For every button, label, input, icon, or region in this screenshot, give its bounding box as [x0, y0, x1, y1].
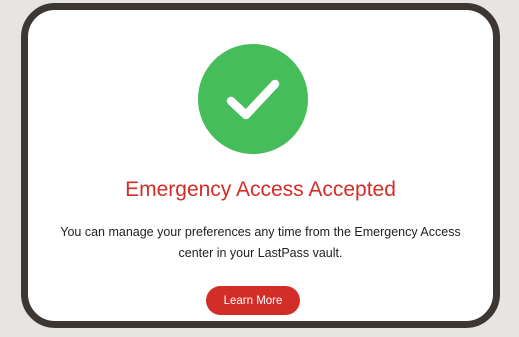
checkmark-icon: [226, 79, 280, 120]
confirmation-dialog: Emergency Access Accepted You can manage…: [21, 3, 500, 328]
learn-more-button[interactable]: Learn More: [206, 286, 300, 315]
dialog-message: You can manage your preferences any time…: [60, 225, 461, 260]
dialog-title: Emergency Access Accepted: [125, 178, 396, 201]
check-circle-icon: [198, 44, 308, 154]
